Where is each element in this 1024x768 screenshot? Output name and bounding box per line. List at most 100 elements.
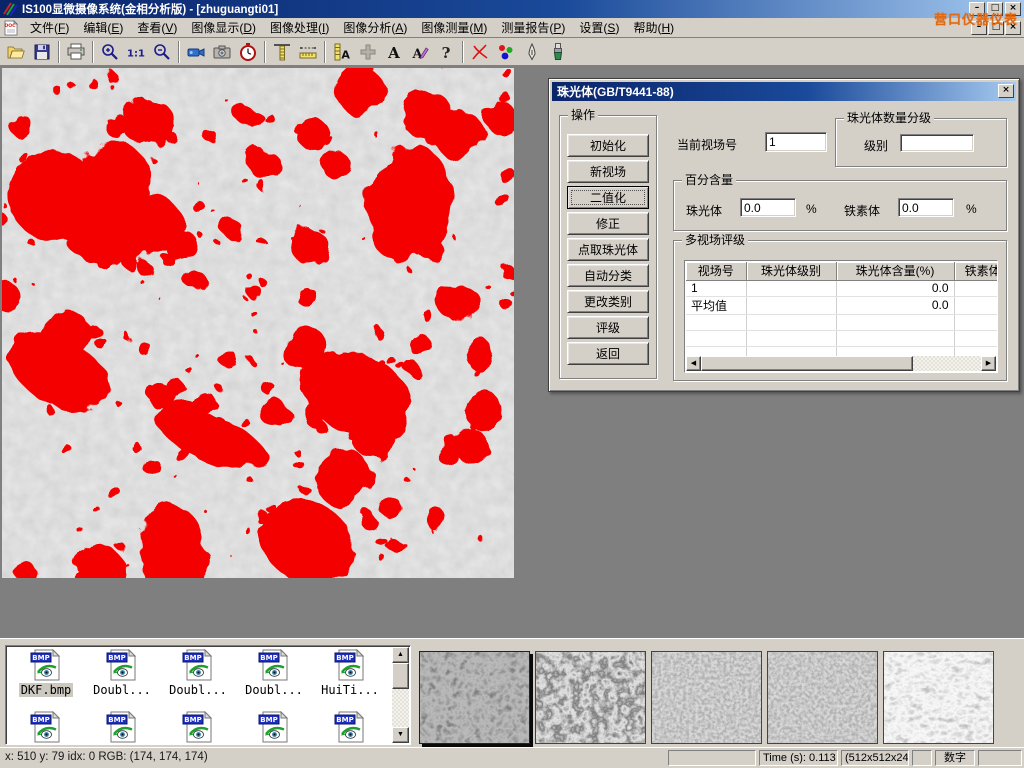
minimize-button[interactable]: – (969, 2, 985, 16)
op-button-0[interactable]: 初始化 (567, 134, 649, 157)
scroll-down-button[interactable]: ▼ (392, 727, 409, 743)
current-field-input[interactable] (765, 132, 827, 152)
table-cell (686, 330, 746, 346)
table-row-2[interactable] (686, 314, 998, 330)
menu-item-8[interactable]: 设置(S) (572, 17, 626, 38)
mdi-restore-button[interactable]: □ (988, 21, 1004, 35)
photo-camera-icon (212, 42, 232, 62)
menu-item-7[interactable]: 测量报告(P) (494, 17, 572, 38)
op-button-7[interactable]: 评级 (567, 316, 649, 339)
table-cell (954, 280, 998, 296)
table-header-0[interactable]: 视场号 (686, 262, 746, 280)
menu-item-6[interactable]: 图像测量(M) (414, 17, 494, 38)
menu-item-4[interactable]: 图像处理(I) (263, 17, 336, 38)
op-button-5[interactable]: 自动分类 (567, 264, 649, 287)
pearlite-percent-input[interactable] (740, 198, 796, 217)
photo-camera-button[interactable] (209, 40, 235, 64)
phase-marks-button[interactable] (493, 40, 519, 64)
crosshair-icon (358, 42, 378, 62)
preview-thumbnail-3[interactable] (767, 651, 878, 744)
hscroll-thumb[interactable] (701, 356, 913, 371)
actual-size-button[interactable]: 1:1 (123, 40, 149, 64)
table-hscrollbar[interactable]: ◀ ▶ (686, 356, 996, 371)
save-button[interactable] (29, 40, 55, 64)
scroll-up-button[interactable]: ▲ (392, 647, 409, 663)
table-cell (836, 330, 954, 346)
op-button-6[interactable]: 更改类别 (567, 290, 649, 313)
file-item-row2-2[interactable]: BMP (160, 711, 236, 743)
mdi-close-button[interactable]: × (1005, 21, 1021, 35)
open-button[interactable] (3, 40, 29, 64)
grade-input[interactable] (900, 134, 974, 152)
file-item-row2-4[interactable]: BMP (312, 711, 388, 743)
timer-button[interactable] (235, 40, 261, 64)
pen-tool-button[interactable] (519, 40, 545, 64)
vscroll-thumb[interactable] (392, 663, 409, 689)
table-row-1[interactable]: 平均值0.0 (686, 296, 998, 314)
pearlite-label: 珠光体 (686, 202, 722, 219)
table-header-3[interactable]: 铁素体含量(%) (954, 262, 998, 280)
caliper-button[interactable] (269, 40, 295, 64)
table-cell (954, 296, 998, 314)
op-button-3[interactable]: 修正 (567, 212, 649, 235)
file-item-0[interactable]: BMPDKF.bmp (8, 649, 84, 697)
zoom-in-button[interactable] (97, 40, 123, 64)
text-label-button[interactable]: A (381, 40, 407, 64)
menu-item-5[interactable]: 图像分析(A) (336, 17, 414, 38)
svg-text:BMP: BMP (108, 654, 125, 662)
video-camera-button[interactable] (183, 40, 209, 64)
crosshair-button[interactable] (355, 40, 381, 64)
table-header-row: 视场号珠光体级别珠光体含量(%)铁素体含量(%) (686, 262, 998, 280)
op-button-4[interactable]: 点取珠光体 (567, 238, 649, 261)
edit-text-button[interactable]: A (407, 40, 433, 64)
file-item-1[interactable]: BMPDoubl... (84, 649, 160, 697)
file-item-3[interactable]: BMPDoubl... (236, 649, 312, 697)
op-button-2[interactable]: 二值化 (567, 186, 649, 209)
metallograph-image[interactable] (2, 68, 514, 578)
mdi-minimize-button[interactable]: – (971, 21, 987, 35)
print-button[interactable] (63, 40, 89, 64)
svg-text:A: A (387, 44, 400, 62)
maximize-button[interactable]: □ (987, 2, 1003, 16)
current-field-label: 当前视场号 (677, 136, 737, 153)
table-header-2[interactable]: 珠光体含量(%) (836, 262, 954, 280)
scroll-right-button[interactable]: ▶ (981, 356, 996, 371)
toolbar-separator (178, 41, 180, 63)
file-list-vscrollbar[interactable]: ▲ ▼ (392, 647, 409, 743)
dialog-close-button[interactable]: × (998, 84, 1014, 98)
preview-thumbnail-0[interactable] (419, 651, 530, 744)
op-button-8[interactable]: 返回 (567, 342, 649, 365)
table-row-3[interactable] (686, 330, 998, 346)
op-button-1[interactable]: 新视场 (567, 160, 649, 183)
dialog-title-bar[interactable]: 珠光体(GB/T9441-88) × (552, 82, 1016, 101)
file-item-2[interactable]: BMPDoubl... (160, 649, 236, 697)
file-item-row2-3[interactable]: BMP (236, 711, 312, 743)
menu-item-2[interactable]: 查看(V) (130, 17, 184, 38)
menu-item-0[interactable]: 文件(F) (23, 17, 76, 38)
curve-tool-button[interactable] (467, 40, 493, 64)
file-item-4[interactable]: BMPHuiTi... (312, 649, 388, 697)
brush-tool-button[interactable] (545, 40, 571, 64)
measure-text-button[interactable]: A (329, 40, 355, 64)
ruler-icon (298, 42, 318, 62)
preview-thumbnail-4[interactable] (883, 651, 994, 744)
ruler-button[interactable] (295, 40, 321, 64)
zoom-out-button[interactable] (149, 40, 175, 64)
ferrite-percent-input[interactable] (898, 198, 954, 217)
help-button[interactable]: ? (433, 40, 459, 64)
menu-item-1[interactable]: 编辑(E) (76, 17, 130, 38)
menu-item-9[interactable]: 帮助(H) (626, 17, 681, 38)
hscroll-track[interactable] (913, 356, 981, 371)
close-button[interactable]: × (1005, 2, 1021, 16)
table-header-1[interactable]: 珠光体级别 (746, 262, 836, 280)
preview-thumbnail-1[interactable] (535, 651, 646, 744)
table-cell: 1 (686, 280, 746, 296)
window-title: IS100显微摄像系统(金相分析版) - [zhuguangti01] (22, 1, 278, 17)
menu-item-3[interactable]: 图像显示(D) (184, 17, 263, 38)
preview-thumbnail-2[interactable] (651, 651, 762, 744)
scroll-left-button[interactable]: ◀ (686, 356, 701, 371)
file-item-row2-1[interactable]: BMP (84, 711, 160, 743)
table-row-0[interactable]: 10.0 (686, 280, 998, 296)
file-item-row2-0[interactable]: BMP (8, 711, 84, 743)
vscroll-track[interactable] (392, 689, 409, 727)
